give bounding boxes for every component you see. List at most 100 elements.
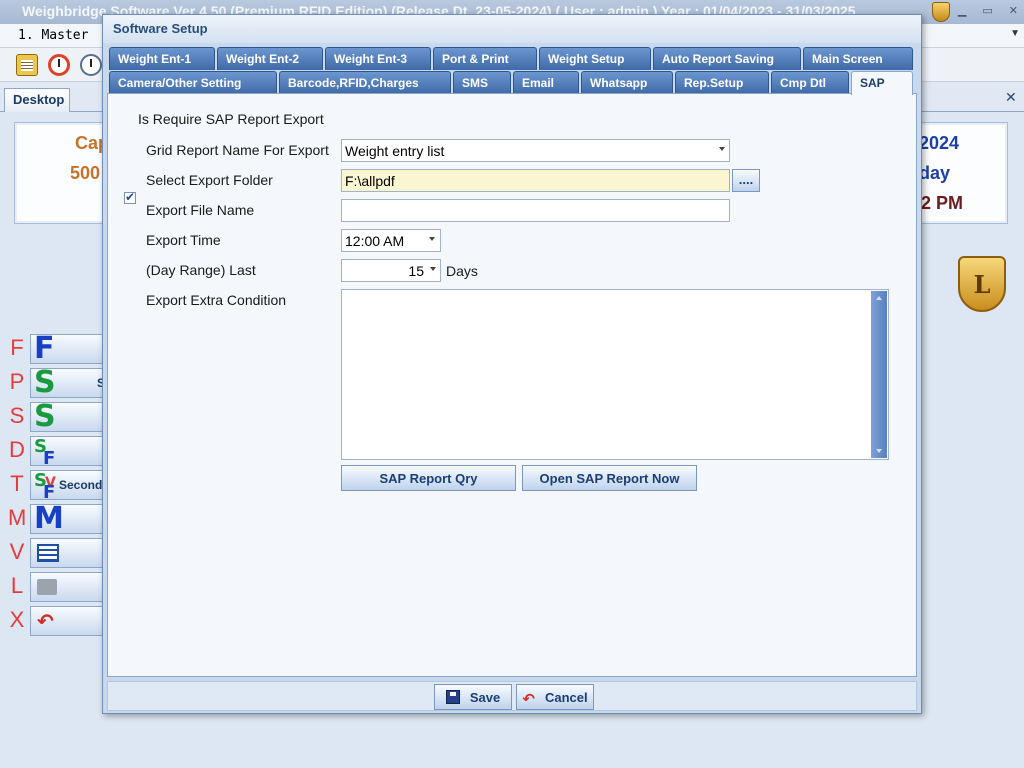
minimize-icon[interactable]: ▁ bbox=[958, 4, 966, 17]
require-export-checkbox[interactable]: ✔ bbox=[124, 190, 136, 204]
tab-port-print[interactable]: Port & Print bbox=[433, 47, 537, 70]
shortcut-t-caption: Second bbox=[59, 478, 103, 492]
app-crest-icon bbox=[932, 2, 950, 22]
shortcut-button-s[interactable]: S bbox=[30, 402, 110, 432]
printer-icon bbox=[37, 579, 57, 595]
date-time-panel: 2024 day 2 PM bbox=[912, 122, 1008, 224]
close-icon[interactable]: ✕ bbox=[1009, 4, 1018, 17]
grid-report-value: Weight entry list bbox=[345, 143, 445, 159]
export-folder-value: F:\allpdf bbox=[345, 173, 395, 189]
company-info-panel: Cap 500 bbox=[14, 122, 110, 224]
software-setup-dialog: Software Setup Weight Ent-1 Weight Ent-2… bbox=[102, 14, 922, 714]
shortcut-f-glyph: F bbox=[34, 334, 55, 364]
shortcut-key-x: X bbox=[9, 607, 25, 632]
tab-rep-setup[interactable]: Rep.Setup bbox=[675, 71, 769, 94]
file-name-label: Export File Name bbox=[146, 202, 255, 218]
save-label: Save bbox=[469, 690, 501, 705]
export-time-label: Export Time bbox=[146, 232, 221, 248]
shortcut-button-l[interactable] bbox=[30, 572, 110, 602]
tab-main-screen[interactable]: Main Screen bbox=[803, 47, 913, 70]
chevron-down-icon bbox=[430, 267, 436, 271]
clock-icon[interactable] bbox=[80, 54, 102, 76]
alarm-clock-icon[interactable] bbox=[48, 54, 70, 76]
day-range-value: 15 bbox=[408, 263, 424, 279]
shortcut-key-t: T bbox=[10, 471, 24, 496]
shortcut-button-t[interactable]: S V F Second bbox=[30, 470, 110, 500]
tab-barcode-rfid-charges[interactable]: Barcode,RFID,Charges bbox=[279, 71, 451, 94]
shortcut-button-x[interactable]: ↶ bbox=[30, 606, 110, 636]
chevron-down-icon bbox=[719, 147, 725, 151]
grid-report-select[interactable]: Weight entry list bbox=[341, 139, 730, 162]
cancel-button[interactable]: ↶ Cancel bbox=[516, 684, 594, 710]
shortcut-button-d[interactable]: S F bbox=[30, 436, 110, 466]
window-controls: ▁ ▭ ✕ bbox=[958, 4, 1018, 17]
shortcut-button-f[interactable]: F bbox=[30, 334, 110, 364]
tab-desktop[interactable]: Desktop bbox=[4, 88, 70, 112]
shortcut-key-p: P bbox=[9, 369, 25, 394]
tab-weight-ent-2[interactable]: Weight Ent-2 bbox=[217, 47, 323, 70]
company-info-line-2: 500 bbox=[70, 163, 101, 183]
day-range-label: (Day Range) Last bbox=[146, 262, 256, 278]
tab-weight-setup[interactable]: Weight Setup bbox=[539, 47, 651, 70]
chevron-down-icon bbox=[429, 237, 435, 241]
browse-folder-button[interactable]: .... bbox=[732, 169, 760, 192]
cancel-label: Cancel bbox=[544, 690, 588, 705]
file-name-input[interactable] bbox=[341, 199, 730, 222]
tab-weight-ent-1[interactable]: Weight Ent-1 bbox=[109, 47, 215, 70]
tab-auto-report-saving[interactable]: Auto Report Saving bbox=[653, 47, 801, 70]
dialog-title: Software Setup bbox=[103, 15, 921, 43]
date-time-line-1: 2024 bbox=[919, 133, 960, 153]
notes-icon[interactable] bbox=[16, 54, 38, 76]
shortcut-t-glyph-f: F bbox=[43, 482, 56, 500]
tab-cmp-dtl[interactable]: Cmp Dtl bbox=[771, 71, 849, 94]
menu-item-master[interactable]: 1. Master bbox=[18, 28, 88, 43]
export-folder-label: Select Export Folder bbox=[146, 172, 273, 188]
check-icon: ✔ bbox=[125, 190, 136, 204]
save-icon bbox=[445, 690, 460, 704]
license-badge-icon: L bbox=[958, 256, 1006, 312]
day-range-stepper[interactable]: 15 bbox=[341, 259, 441, 282]
tab-whatsapp[interactable]: Whatsapp bbox=[581, 71, 673, 94]
date-time-line-3: 2 PM bbox=[921, 193, 964, 213]
tab-email[interactable]: Email bbox=[513, 71, 579, 94]
shortcut-key-s: S bbox=[9, 403, 25, 428]
menu-dropdown-icon[interactable]: ▼ bbox=[1010, 28, 1020, 39]
shortcut-key-l: L bbox=[10, 573, 24, 598]
sap-report-qry-button[interactable]: SAP Report Qry bbox=[341, 465, 516, 491]
shortcut-s-glyph: S bbox=[34, 402, 56, 432]
scroll-up-icon[interactable] bbox=[876, 296, 882, 300]
date-time-line-2: day bbox=[919, 163, 951, 183]
shortcut-key-m: M bbox=[8, 505, 27, 530]
undo-icon: ↶ bbox=[522, 691, 535, 708]
tab-sms[interactable]: SMS bbox=[453, 71, 511, 94]
shortcut-button-v[interactable] bbox=[30, 538, 110, 568]
dialog-footer: Save ↶ Cancel bbox=[107, 681, 917, 711]
require-export-label: Is Require SAP Report Export bbox=[138, 111, 324, 127]
grid-report-label: Grid Report Name For Export bbox=[146, 142, 329, 158]
shortcut-m-glyph: M bbox=[34, 504, 64, 534]
tab-weight-ent-3[interactable]: Weight Ent-3 bbox=[325, 47, 431, 70]
export-time-value: 12:00 AM bbox=[345, 233, 405, 249]
tab-camera-other-setting[interactable]: Camera/Other Setting bbox=[109, 71, 277, 94]
shortcut-key-f: F bbox=[10, 335, 24, 360]
sap-tab-page: ✔ Is Require SAP Report Export Grid Repo… bbox=[107, 93, 917, 677]
license-badge-letter: L bbox=[973, 270, 991, 299]
list-icon bbox=[37, 544, 59, 562]
extra-condition-label: Export Extra Condition bbox=[146, 292, 287, 308]
extra-condition-textarea[interactable] bbox=[341, 289, 889, 460]
desktop-close-icon[interactable]: ✕ bbox=[1005, 89, 1017, 106]
shortcut-d-glyph-f: F bbox=[43, 448, 56, 466]
shortcut-button-m[interactable]: M bbox=[30, 504, 110, 534]
shortcut-button-p[interactable]: S S bbox=[30, 368, 110, 398]
exit-icon: ↶ bbox=[37, 611, 54, 633]
extra-condition-scrollbar[interactable] bbox=[871, 291, 887, 458]
tab-sap[interactable]: SAP bbox=[851, 71, 913, 95]
export-folder-input[interactable]: F:\allpdf bbox=[341, 169, 730, 192]
save-button[interactable]: Save bbox=[434, 684, 512, 710]
open-sap-report-button[interactable]: Open SAP Report Now bbox=[522, 465, 697, 491]
tab-desktop-label: Desktop bbox=[13, 92, 65, 107]
shortcut-key-d: D bbox=[9, 437, 25, 462]
scroll-down-icon[interactable] bbox=[876, 449, 882, 453]
restore-icon[interactable]: ▭ bbox=[982, 4, 992, 17]
export-time-picker[interactable]: 12:00 AM bbox=[341, 229, 441, 252]
